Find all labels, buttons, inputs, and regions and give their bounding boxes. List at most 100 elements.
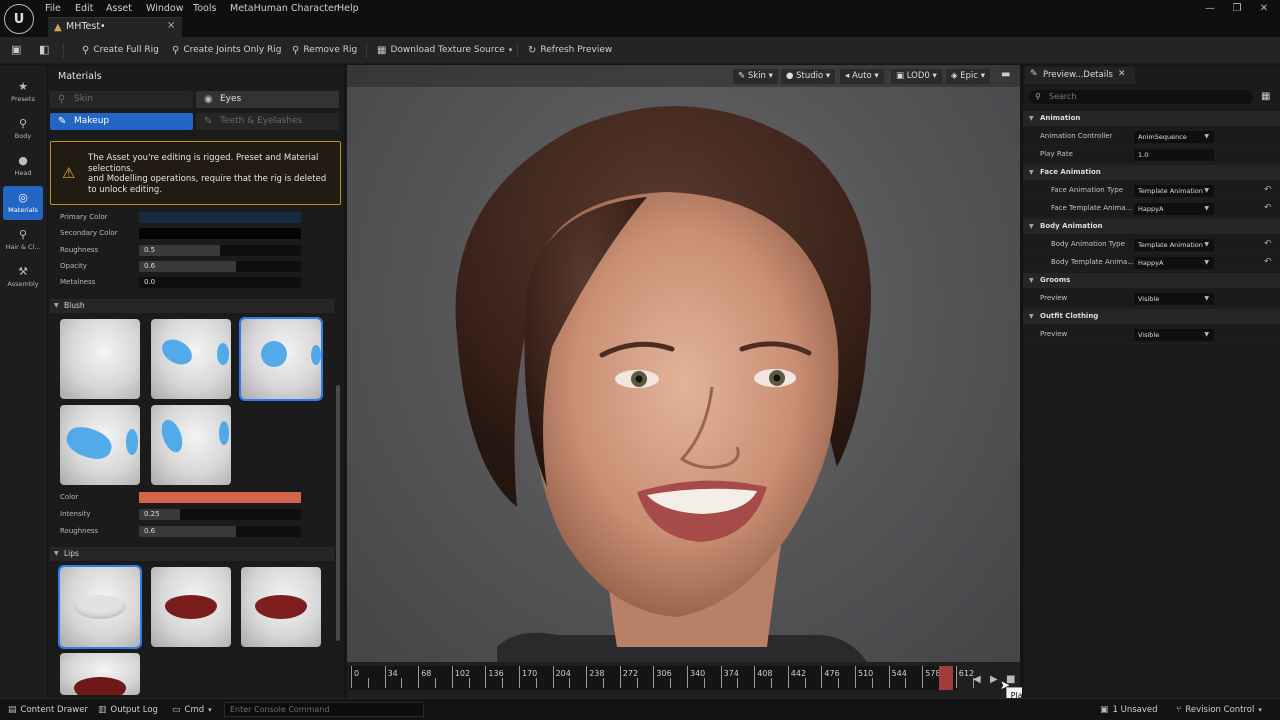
opacity-slider[interactable]: 0.6 — [139, 261, 301, 272]
details-search-input[interactable]: ⚲ Search — [1029, 90, 1253, 104]
blush-intensity-slider[interactable]: 0.25 — [139, 509, 301, 520]
blush-intensity-label: Intensity — [60, 510, 91, 518]
secondary-color-swatch[interactable] — [139, 228, 301, 239]
menu-edit[interactable]: Edit — [75, 2, 93, 16]
lod-button[interactable]: ▣ LOD0 ▾ — [891, 69, 942, 84]
close-tab-icon[interactable]: ✕ — [1118, 69, 1126, 79]
output-log-button[interactable]: ▥ Output Log — [98, 704, 158, 716]
viewport[interactable]: ✎ Skin ▾ ● Studio ▾ ◂ Auto ▾ ▣ LOD0 ▾ ◈ … — [347, 65, 1020, 662]
play-icon[interactable]: ▶ — [990, 674, 998, 685]
primary-color-swatch[interactable] — [139, 212, 301, 223]
create-full-rig-label: Create Full Rig — [93, 45, 159, 55]
outfit-clothing-section-header[interactable]: ▼ Outfit Clothing — [1023, 309, 1280, 324]
timeline-ruler[interactable]: 0 34 68 102 136 170 204 238 272 306 340 374 408 442 47… — [349, 666, 974, 690]
timeline-minor-tick — [569, 678, 571, 688]
reset-arrow-icon[interactable]: ↶ — [1264, 239, 1272, 249]
lips-preset-none[interactable] — [58, 565, 142, 649]
unsaved-button[interactable]: ▣ 1 Unsaved — [1100, 704, 1158, 716]
menu-window[interactable]: Window — [146, 2, 183, 16]
console-command-input[interactable]: Enter Console Command — [224, 702, 424, 717]
nav-head[interactable]: ● Head — [3, 149, 43, 183]
timeline-tick — [821, 666, 823, 688]
metalness-slider[interactable]: 0.0 — [139, 277, 301, 288]
animation-controller-dropdown[interactable]: AnimSequence ▼ — [1134, 131, 1214, 143]
tab-eyes[interactable]: ◉ Eyes — [196, 91, 339, 108]
nav-body[interactable]: ⚲ Body — [3, 112, 43, 146]
nav-presets[interactable]: ★ Presets — [3, 75, 43, 109]
viewport-options-icon[interactable]: ▬ — [1001, 69, 1010, 80]
step-back-icon[interactable]: ◀ — [973, 674, 981, 685]
blush-preset-1[interactable] — [151, 319, 231, 399]
cmd-dropdown[interactable]: ▭ Cmd ▾ — [172, 704, 212, 716]
blush-section-header[interactable]: ▼ Blush — [50, 299, 334, 313]
timeline-tick — [519, 666, 520, 688]
face-animation-type-dropdown[interactable]: Template Animation ▼ — [1134, 185, 1214, 197]
remove-rig-button[interactable]: ⚲ Remove Rig — [292, 43, 357, 58]
timeline-tick — [888, 666, 890, 688]
timeline-tick-label: 204 — [555, 669, 571, 678]
refresh-preview-button[interactable]: ↻ Refresh Preview — [528, 43, 612, 58]
blush-preset-none[interactable] — [60, 319, 140, 399]
nav-hair-clothing[interactable]: ⚲ Hair & Cl... — [3, 223, 43, 257]
lips-section-header[interactable]: ▼ Lips — [50, 547, 334, 561]
blush-preset-4[interactable] — [151, 405, 231, 485]
face-animation-section-header[interactable]: ▼ Face Animation — [1023, 165, 1280, 180]
lips-preset-3[interactable] — [60, 653, 140, 695]
create-full-rig-button[interactable]: ⚲ Create Full Rig — [82, 43, 159, 58]
blush-preset-3[interactable] — [60, 405, 140, 485]
grid-view-icon[interactable]: ▦ — [1261, 91, 1270, 102]
unreal-logo-icon[interactable]: U — [4, 4, 34, 34]
blush-preset-2[interactable] — [239, 317, 323, 401]
menu-tools[interactable]: Tools — [193, 2, 216, 16]
menu-help[interactable]: Help — [337, 2, 359, 16]
tab-skin[interactable]: ⚲ Skin — [50, 91, 193, 108]
content-drawer-button[interactable]: ▤ Content Drawer — [8, 704, 88, 716]
grooms-section-header[interactable]: ▼ Grooms — [1023, 273, 1280, 288]
body-animation-type-dropdown[interactable]: Template Animation ▼ — [1134, 239, 1214, 251]
revision-control-button[interactable]: ⑂ Revision Control ▾ — [1176, 704, 1262, 716]
skin-view-button[interactable]: ✎ Skin ▾ — [733, 69, 778, 84]
menu-asset[interactable]: Asset — [106, 2, 132, 16]
reset-arrow-icon[interactable]: ↶ — [1264, 185, 1272, 195]
menu-metahuman-character[interactable]: MetaHuman Character — [230, 2, 338, 16]
playhead-marker[interactable] — [939, 666, 953, 690]
body-template-anim-dropdown[interactable]: HappyA ▼ — [1134, 257, 1214, 269]
chevron-down-icon: ▾ — [978, 71, 986, 81]
blush-color-swatch[interactable] — [139, 492, 301, 503]
timeline-tick-label: 0 — [354, 669, 360, 678]
save-icon[interactable]: ▣ — [11, 43, 21, 56]
nav-assembly[interactable]: ⚒ Assembly — [3, 260, 43, 294]
quality-button[interactable]: ◈ Epic ▾ — [946, 69, 991, 84]
maximize-icon[interactable]: ❐ — [1227, 2, 1247, 16]
menu-file[interactable]: File — [45, 2, 61, 16]
blush-color-label: Color — [60, 493, 79, 501]
details-tab[interactable]: ✎ Preview...Details ✕ — [1025, 67, 1135, 84]
lips-preset-1[interactable] — [151, 567, 231, 647]
create-joints-only-rig-button[interactable]: ⚲ Create Joints Only Rig — [172, 43, 281, 58]
animation-section-header[interactable]: ▼ Animation — [1023, 111, 1280, 126]
tab-teeth-eyelashes[interactable]: ✎ Teeth & Eyelashes — [196, 113, 339, 130]
outfit-clothing-section-title: Outfit Clothing — [1040, 312, 1099, 320]
close-window-icon[interactable]: ✕ — [1254, 2, 1274, 16]
roughness-slider[interactable]: 0.5 — [139, 245, 301, 256]
minimize-icon[interactable]: — — [1200, 2, 1220, 16]
grooms-preview-dropdown[interactable]: Visible ▼ — [1134, 293, 1214, 305]
reset-arrow-icon[interactable]: ↶ — [1264, 257, 1272, 267]
blush-roughness-slider[interactable]: 0.6 — [139, 526, 301, 537]
body-animation-section-header[interactable]: ▼ Body Animation — [1023, 219, 1280, 234]
studio-lighting-button[interactable]: ● Studio ▾ — [781, 69, 836, 84]
right-pupil-shape — [773, 374, 781, 382]
tab-makeup[interactable]: ✎ Makeup — [50, 113, 193, 130]
close-tab-icon[interactable]: × — [167, 20, 175, 31]
scrollbar[interactable] — [336, 385, 340, 641]
face-template-anim-dropdown[interactable]: HappyA ▼ — [1134, 203, 1214, 215]
download-texture-source-button[interactable]: ▦ Download Texture Source ▾ — [377, 43, 512, 58]
reset-arrow-icon[interactable]: ↶ — [1264, 203, 1272, 213]
browse-icon[interactable]: ◧ — [39, 43, 49, 56]
play-rate-input[interactable]: 1.0 — [1134, 149, 1214, 161]
document-tab[interactable]: ▲ MHTest• × — [48, 17, 182, 37]
nav-materials[interactable]: ◎ Materials — [3, 186, 43, 220]
outfit-preview-dropdown[interactable]: Visible ▼ — [1134, 329, 1214, 341]
lips-preset-2[interactable] — [241, 567, 321, 647]
auto-button[interactable]: ◂ Auto ▾ — [840, 69, 884, 84]
